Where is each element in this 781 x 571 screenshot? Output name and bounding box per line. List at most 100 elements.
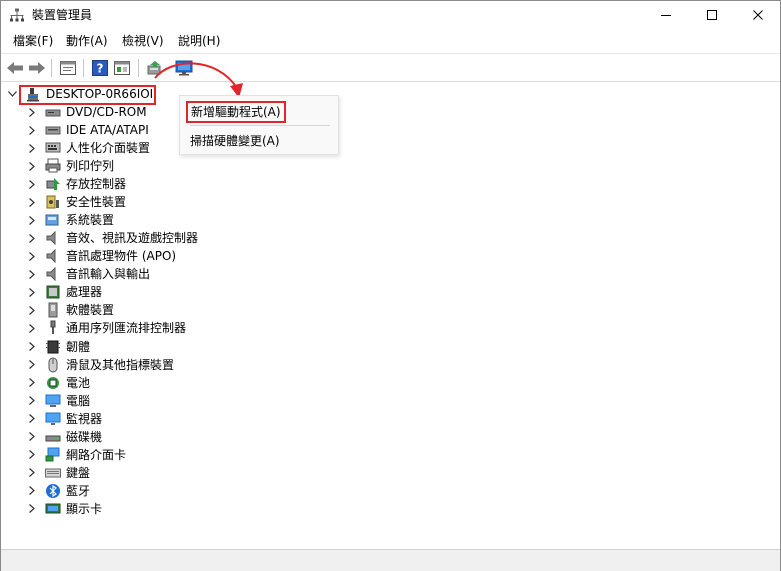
close-button[interactable] (735, 1, 781, 29)
menu-view[interactable]: 檢視(V) (121, 33, 165, 49)
usb-icon (45, 320, 61, 336)
tree-item-label: 音訊處理物件 (APO) (66, 249, 177, 264)
tree-item[interactable]: 處理器 (27, 283, 102, 301)
minimize-button[interactable] (643, 1, 689, 29)
tree-item[interactable]: 音訊處理物件 (APO) (27, 247, 176, 265)
chevron-right-icon[interactable] (27, 356, 37, 374)
status-bar (1, 549, 780, 571)
tree-item[interactable]: 列印佇列 (27, 157, 114, 175)
tree-item[interactable]: 鍵盤 (27, 464, 90, 482)
tree-item-label: 安全性裝置 (66, 195, 127, 210)
details-button[interactable] (111, 57, 133, 78)
chevron-right-icon[interactable] (27, 464, 37, 482)
security-device-icon (45, 194, 61, 210)
forward-button[interactable] (26, 57, 48, 78)
menu-file[interactable]: 檔案(F) (12, 33, 54, 49)
tree-item-label: 電池 (66, 375, 91, 390)
menu-help[interactable]: 說明(H) (177, 33, 221, 49)
tree-item[interactable]: IDE ATA/ATAPI (27, 121, 149, 139)
chevron-right-icon[interactable] (27, 500, 37, 518)
mouse-icon (45, 357, 61, 373)
maximize-button[interactable] (689, 1, 735, 29)
context-menu: 新增驅動程式(A) 掃描硬體變更(A) (179, 95, 339, 155)
toolbar-separator (83, 59, 84, 77)
tree-item[interactable]: 安全性裝置 (27, 193, 126, 211)
tree-item-label: 滑鼠及其他指標裝置 (66, 357, 175, 372)
tree-item[interactable]: 顯示卡 (27, 500, 102, 518)
disk-drive-icon (45, 429, 61, 445)
tree-item[interactable]: 磁碟機 (27, 428, 102, 446)
chevron-right-icon[interactable] (27, 247, 37, 265)
printer-icon (45, 158, 61, 174)
menu-action[interactable]: 動作(A) (65, 33, 109, 49)
update-driver-button[interactable] (143, 57, 165, 78)
tree-item-label: 音效、視訊及遊戲控制器 (66, 231, 199, 246)
properties-button[interactable] (57, 57, 79, 78)
tree-item-label: 列印佇列 (66, 159, 115, 174)
battery-icon (45, 375, 61, 391)
tree-item[interactable]: 音效、視訊及遊戲控制器 (27, 229, 198, 247)
scan-hardware-menu-item[interactable]: 掃描硬體變更(A) (190, 133, 280, 149)
chevron-right-icon[interactable] (27, 392, 37, 410)
tree-item[interactable]: 網路介面卡 (27, 446, 126, 464)
chevron-right-icon[interactable] (27, 319, 37, 337)
forward-arrow-icon (29, 61, 45, 74)
tree-item[interactable]: 韌體 (27, 338, 90, 356)
tree-item[interactable]: 通用序列匯流排控制器 (27, 319, 186, 337)
chevron-right-icon[interactable] (27, 157, 37, 175)
toolbar-separator (138, 59, 139, 77)
tree-item[interactable]: 滑鼠及其他指標裝置 (27, 356, 174, 374)
root-highlight-box (19, 85, 156, 105)
chevron-right-icon[interactable] (27, 374, 37, 392)
update-driver-icon (147, 60, 161, 74)
help-icon: ? (92, 59, 108, 76)
chevron-right-icon[interactable] (27, 211, 37, 229)
add-driver-menu-item[interactable]: 新增驅動程式(A) (186, 101, 286, 123)
tree-item-label: 存放控制器 (66, 177, 127, 192)
svg-text:?: ? (97, 61, 104, 75)
dvd-drive-icon (45, 104, 61, 120)
chevron-right-icon[interactable] (27, 229, 37, 247)
title-bar: 裝置管理員 (1, 1, 780, 29)
chevron-right-icon[interactable] (27, 283, 37, 301)
scan-hardware-button[interactable] (173, 57, 195, 78)
back-button[interactable] (4, 57, 26, 78)
tree-item[interactable]: 人性化介面裝置 (27, 139, 150, 157)
tree-item[interactable]: 監視器 (27, 410, 102, 428)
chevron-right-icon[interactable] (27, 103, 37, 121)
chevron-right-icon[interactable] (27, 175, 37, 193)
chevron-right-icon[interactable] (27, 410, 37, 428)
tree-item[interactable]: 存放控制器 (27, 175, 126, 193)
speaker-icon (45, 266, 61, 282)
chevron-right-icon[interactable] (27, 265, 37, 283)
chevron-right-icon[interactable] (27, 446, 37, 464)
chevron-down-icon[interactable] (7, 85, 17, 103)
tree-item-label: 鍵盤 (66, 465, 91, 480)
window-title: 裝置管理員 (32, 8, 93, 22)
tree-item-label: 電腦 (66, 393, 91, 408)
chevron-right-icon[interactable] (27, 193, 37, 211)
tree-item-label: 網路介面卡 (66, 447, 127, 462)
hid-icon (45, 140, 61, 156)
tree-item[interactable]: DVD/CD-ROM (27, 103, 147, 121)
tree-item[interactable]: 系統裝置 (27, 211, 114, 229)
chevron-right-icon[interactable] (27, 301, 37, 319)
tree-item[interactable]: 藍牙 (27, 482, 90, 500)
tree-item[interactable]: 音訊輸入與輸出 (27, 265, 150, 283)
monitor-scan-icon (175, 60, 193, 75)
maximize-icon (707, 10, 717, 20)
software-device-icon (45, 302, 61, 318)
system-device-icon (45, 212, 61, 228)
chevron-right-icon[interactable] (27, 121, 37, 139)
help-button[interactable]: ? (89, 57, 111, 78)
display-adapter-icon (45, 501, 61, 517)
tree-item-label: 監視器 (66, 411, 103, 426)
chevron-right-icon[interactable] (27, 338, 37, 356)
chevron-right-icon[interactable] (27, 139, 37, 157)
tree-item[interactable]: 軟體裝置 (27, 301, 114, 319)
chevron-right-icon[interactable] (27, 428, 37, 446)
chevron-right-icon[interactable] (27, 482, 37, 500)
tree-item[interactable]: 電池 (27, 374, 90, 392)
tree-item[interactable]: 電腦 (27, 392, 90, 410)
device-manager-window: 裝置管理員 檔案(F) 動作(A) 檢視(V) 說明(H) ? DESKTOP-… (0, 0, 781, 571)
